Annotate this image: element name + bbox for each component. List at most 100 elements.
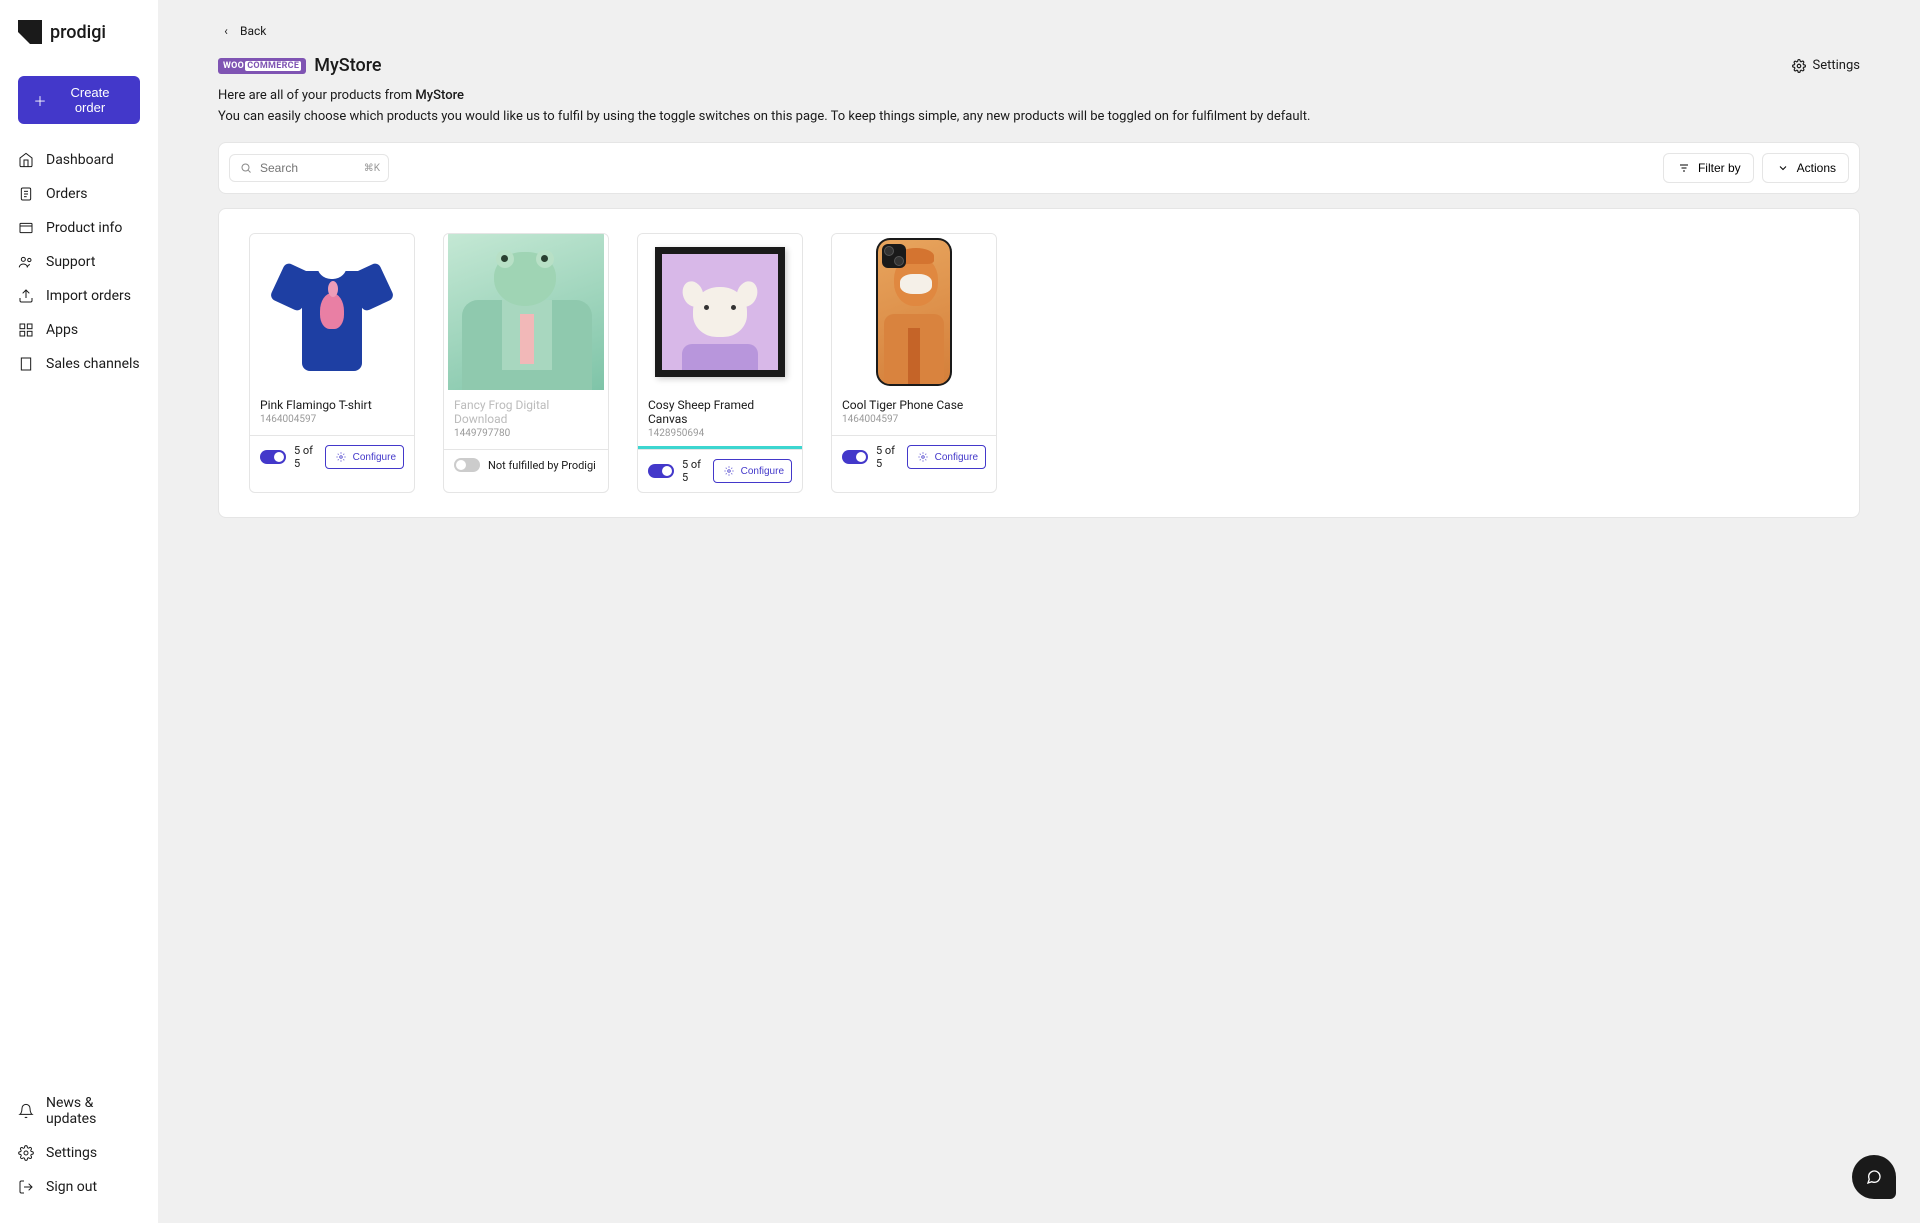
configure-label: Configure [741, 466, 784, 477]
product-sku: 1464004597 [260, 414, 404, 425]
filter-by-button[interactable]: Filter by [1663, 153, 1754, 183]
search-shortcut: ⌘K [364, 163, 380, 174]
clipboard-icon [18, 186, 34, 202]
nav-item-sign-out[interactable]: Sign out [0, 1171, 158, 1203]
logo-mark-icon [18, 20, 42, 44]
store-header: WOOCOMMERCE MyStore [218, 55, 382, 76]
nav-item-support[interactable]: Support [0, 246, 158, 278]
fulfilment-toggle[interactable] [648, 464, 674, 478]
nav-item-product-info[interactable]: Product info [0, 212, 158, 244]
main-content: ‹ Back WOOCOMMERCE MyStore Settings Here… [158, 0, 1920, 1223]
not-fulfilled-text: Not fulfilled by Prodigi [488, 459, 596, 472]
product-footer: Not fulfilled by Prodigi [444, 449, 608, 480]
configure-label: Configure [935, 452, 978, 463]
product-sku: 1464004597 [842, 414, 986, 425]
settings-label: Settings [1813, 58, 1860, 73]
nav-item-sales-channels[interactable]: Sales channels [0, 348, 158, 380]
nav-item-label: Sign out [46, 1179, 97, 1195]
nav-item-label: Settings [46, 1145, 97, 1161]
nav-item-label: Dashboard [46, 152, 114, 168]
search-icon [238, 160, 254, 176]
filter-icon [1676, 160, 1692, 176]
product-title: Cosy Sheep Framed Canvas [648, 398, 792, 426]
chevron-left-icon: ‹ [218, 23, 234, 39]
product-card[interactable]: Pink Flamingo T-shirt 1464004597 5 of 5 Con… [249, 233, 415, 493]
actions-label: Actions [1797, 161, 1836, 175]
signout-icon [18, 1179, 34, 1195]
variant-count: 5 of 5 [876, 444, 899, 470]
back-link[interactable]: ‹ Back [218, 23, 266, 39]
product-sku: 1449797780 [454, 428, 598, 439]
home-icon [18, 152, 34, 168]
gear-icon [1791, 58, 1807, 74]
nav-item-import-orders[interactable]: Import orders [0, 280, 158, 312]
product-image [250, 234, 414, 390]
fulfilment-toggle[interactable] [260, 450, 286, 464]
grid-icon [18, 322, 34, 338]
nav-item-apps[interactable]: Apps [0, 314, 158, 346]
product-image [638, 234, 802, 390]
fulfilment-toggle[interactable] [842, 450, 868, 464]
product-info: Cosy Sheep Framed Canvas1428950694 [638, 390, 802, 449]
description-text: You can easily choose which products you… [218, 109, 1860, 124]
product-card[interactable]: Cool Tiger Phone Case1464004597 5 of 5 Con… [831, 233, 997, 493]
create-order-button[interactable]: ＋ Create order [18, 76, 140, 124]
configure-button[interactable]: Configure [713, 459, 792, 483]
products-panel: Pink Flamingo T-shirt 1464004597 5 of 5 Con… [218, 208, 1860, 518]
gear-icon [333, 449, 349, 465]
plus-icon: ＋ [32, 92, 48, 108]
configure-label: Configure [353, 452, 396, 463]
nav-item-orders[interactable]: Orders [0, 178, 158, 210]
product-card[interactable]: Cosy Sheep Framed Canvas14289506945 of 5… [637, 233, 803, 493]
settings-link[interactable]: Settings [1791, 58, 1860, 74]
intro-text: Here are all of your products from MySto… [218, 88, 1860, 103]
create-order-label: Create order [54, 85, 126, 115]
configure-button[interactable]: Configure [907, 445, 986, 469]
fulfilment-toggle[interactable] [454, 458, 480, 472]
product-footer: 5 of 5 Configure [638, 449, 802, 492]
chat-icon [1866, 1169, 1882, 1185]
product-card[interactable]: Fancy Frog Digital Download 1449797780 Not… [443, 233, 609, 493]
product-footer: 5 of 5 Configure [832, 435, 996, 478]
nav-item-label: Sales channels [46, 356, 140, 372]
product-image [832, 234, 996, 390]
brand-name: prodigi [50, 22, 106, 43]
bell-icon [18, 1103, 34, 1119]
bottom-nav: News & updates Settings Sign out [0, 1087, 158, 1203]
nav-item-dashboard[interactable]: Dashboard [0, 144, 158, 176]
chat-fab[interactable] [1852, 1155, 1896, 1199]
building-icon [18, 356, 34, 372]
product-info: Cool Tiger Phone Case1464004597 [832, 390, 996, 435]
products-grid: Pink Flamingo T-shirt 1464004597 5 of 5 Con… [249, 233, 1829, 493]
logo[interactable]: prodigi [0, 20, 158, 64]
back-label: Back [240, 24, 266, 38]
configure-button[interactable]: Configure [325, 445, 404, 469]
nav-item-label: Apps [46, 322, 78, 338]
search-input[interactable] [260, 161, 358, 175]
nav-item-label: Orders [46, 186, 88, 202]
upload-icon [18, 288, 34, 304]
gear-icon [721, 463, 737, 479]
nav-item-label: Product info [46, 220, 122, 236]
nav-item-label: News & updates [46, 1095, 140, 1127]
variant-count: 5 of 5 [294, 444, 317, 470]
gear-icon [915, 449, 931, 465]
filter-label: Filter by [1698, 161, 1741, 175]
nav-item-settings[interactable]: Settings [0, 1137, 158, 1169]
actions-button[interactable]: Actions [1762, 153, 1849, 183]
product-title: Fancy Frog Digital Download [454, 398, 598, 426]
search-input-wrapper[interactable]: ⌘K [229, 154, 389, 182]
nav-item-label: Import orders [46, 288, 131, 304]
store-name: MyStore [314, 55, 381, 76]
product-info: Fancy Frog Digital Download 1449797780 [444, 390, 608, 449]
nav-item-news-updates[interactable]: News & updates [0, 1087, 158, 1135]
variant-count: 5 of 5 [682, 458, 705, 484]
chevron-down-icon [1775, 160, 1791, 176]
main-nav: Dashboard Orders Product info Support Import… [0, 144, 158, 1087]
sidebar: prodigi ＋ Create order Dashboard Orders Pr… [0, 0, 158, 1223]
product-title: Pink Flamingo T-shirt [260, 398, 404, 412]
people-icon [18, 254, 34, 270]
nav-item-label: Support [46, 254, 95, 270]
woocommerce-badge-icon: WOOCOMMERCE [218, 58, 306, 74]
box-icon [18, 220, 34, 236]
